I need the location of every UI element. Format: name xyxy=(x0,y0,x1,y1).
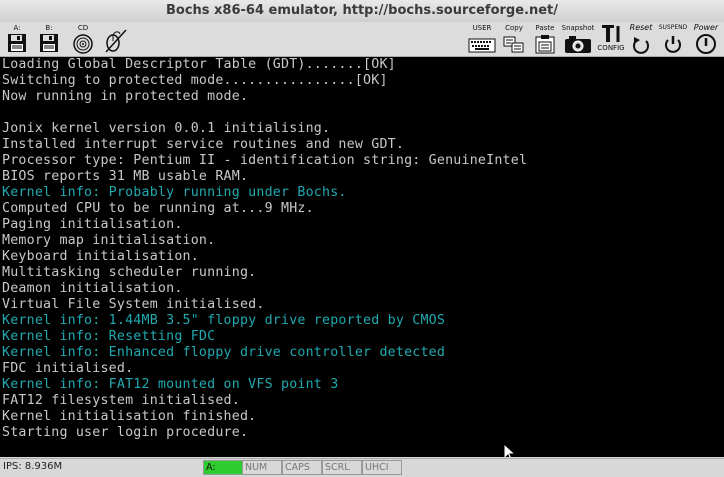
floppy-b-button[interactable]: B: xyxy=(36,24,62,54)
copy-button[interactable]: Copy xyxy=(501,24,527,54)
user-button[interactable]: USER xyxy=(466,24,498,54)
console-line: Now running in protected mode. xyxy=(2,89,249,104)
suspend-label: SUSPEND xyxy=(658,24,688,31)
console-line: Jonix kernel version 0.0.1 initialising. xyxy=(2,121,331,136)
console-line: Paging initialisation. xyxy=(2,217,183,232)
mouse-toggle-button[interactable] xyxy=(100,24,130,54)
floppy-a-label: A: xyxy=(13,24,21,32)
floppy-b-label: B: xyxy=(45,24,53,32)
mouse-pointer-icon xyxy=(503,443,517,457)
user-label: USER xyxy=(472,24,492,32)
user-keyboard-icon xyxy=(468,38,496,53)
title-bar[interactable]: Bochs x86-64 emulator, http://bochs.sour… xyxy=(0,0,724,23)
emulator-screen[interactable]: Loading Global Descriptor Table (GDT)...… xyxy=(0,57,724,457)
cdrom-icon xyxy=(73,34,93,54)
bochs-window: Bochs x86-64 emulator, http://bochs.sour… xyxy=(0,0,724,477)
console-line: Multitasking scheduler running. xyxy=(2,265,257,280)
reset-label: Reset xyxy=(629,23,653,32)
console-line: Kernel info: Probably running under Boch… xyxy=(2,185,347,200)
console-line: BIOS reports 31 MB usable RAM. xyxy=(2,169,249,184)
window-title: Bochs x86-64 emulator, http://bochs.sour… xyxy=(165,3,559,18)
reset-icon xyxy=(633,37,649,54)
config-icon xyxy=(602,25,620,42)
indicator-scrl: SCRL xyxy=(322,460,362,475)
indicator-a: A: xyxy=(203,460,243,475)
power-icon xyxy=(696,34,716,54)
console-line: Kernel info: Enhanced floppy drive contr… xyxy=(2,345,446,360)
cdrom-label: CD xyxy=(77,24,89,32)
config-button[interactable]: CONFIG xyxy=(596,24,626,54)
snapshot-icon xyxy=(565,36,591,53)
indicator-caps: CAPS xyxy=(282,460,322,475)
indicator-num: NUM xyxy=(242,460,282,475)
ips-readout: IPS: 8.936M xyxy=(3,461,63,472)
snapshot-button[interactable]: Snapshot xyxy=(561,24,595,54)
console-line: Kernel initialisation finished. xyxy=(2,409,257,424)
power-button[interactable]: Power xyxy=(690,24,722,54)
suspend-button[interactable]: SUSPEND xyxy=(656,24,690,54)
console-line: Switching to protected mode.............… xyxy=(2,73,388,88)
paste-icon xyxy=(535,35,555,54)
console-line: Keyboard initialisation. xyxy=(2,249,199,264)
floppy-b-icon xyxy=(40,34,58,52)
cdrom-button[interactable]: CD xyxy=(68,24,98,54)
console-line: FAT12 filesystem initialised. xyxy=(2,393,240,408)
console-line: Memory map initialisation. xyxy=(2,233,216,248)
paste-button[interactable]: Paste xyxy=(531,24,559,54)
console-line: Installed interrupt service routines and… xyxy=(2,137,405,152)
mouse-disabled-icon xyxy=(105,29,127,53)
status-bar: IPS: 8.936M A: NUM CAPS SCRL UHCI xyxy=(0,458,724,477)
console-line: Starting user login procedure. xyxy=(2,425,249,440)
console-line: Deamon initialisation. xyxy=(2,281,183,296)
console-line: Kernel info: Resetting FDC xyxy=(2,329,216,344)
floppy-a-icon xyxy=(8,34,26,52)
indicator-uhci: UHCI xyxy=(362,460,402,475)
console-line: FDC initialised. xyxy=(2,361,134,376)
console-line: Processor type: Pentium II - identificat… xyxy=(2,153,528,168)
console-line: Computed CPU to be running at...9 MHz. xyxy=(2,201,314,216)
power-label: Power xyxy=(693,23,719,32)
console-line: Kernel info: FAT12 mounted on VFS point … xyxy=(2,377,339,392)
copy-icon xyxy=(503,36,524,53)
copy-label: Copy xyxy=(505,24,523,32)
suspend-icon xyxy=(665,36,681,53)
floppy-a-button[interactable]: A: xyxy=(4,24,30,54)
console-line: Loading Global Descriptor Table (GDT)...… xyxy=(2,57,396,72)
console-line: Kernel info: 1.44MB 3.5" floppy drive re… xyxy=(2,313,446,328)
snapshot-label: Snapshot xyxy=(561,24,595,32)
toolbar: A: B: CD USER Copy Paste Snapshot CONFIG… xyxy=(0,22,724,57)
paste-label: Paste xyxy=(535,24,555,32)
reset-button[interactable]: Reset xyxy=(626,24,656,54)
console-line: Virtual File System initialised. xyxy=(2,297,265,312)
